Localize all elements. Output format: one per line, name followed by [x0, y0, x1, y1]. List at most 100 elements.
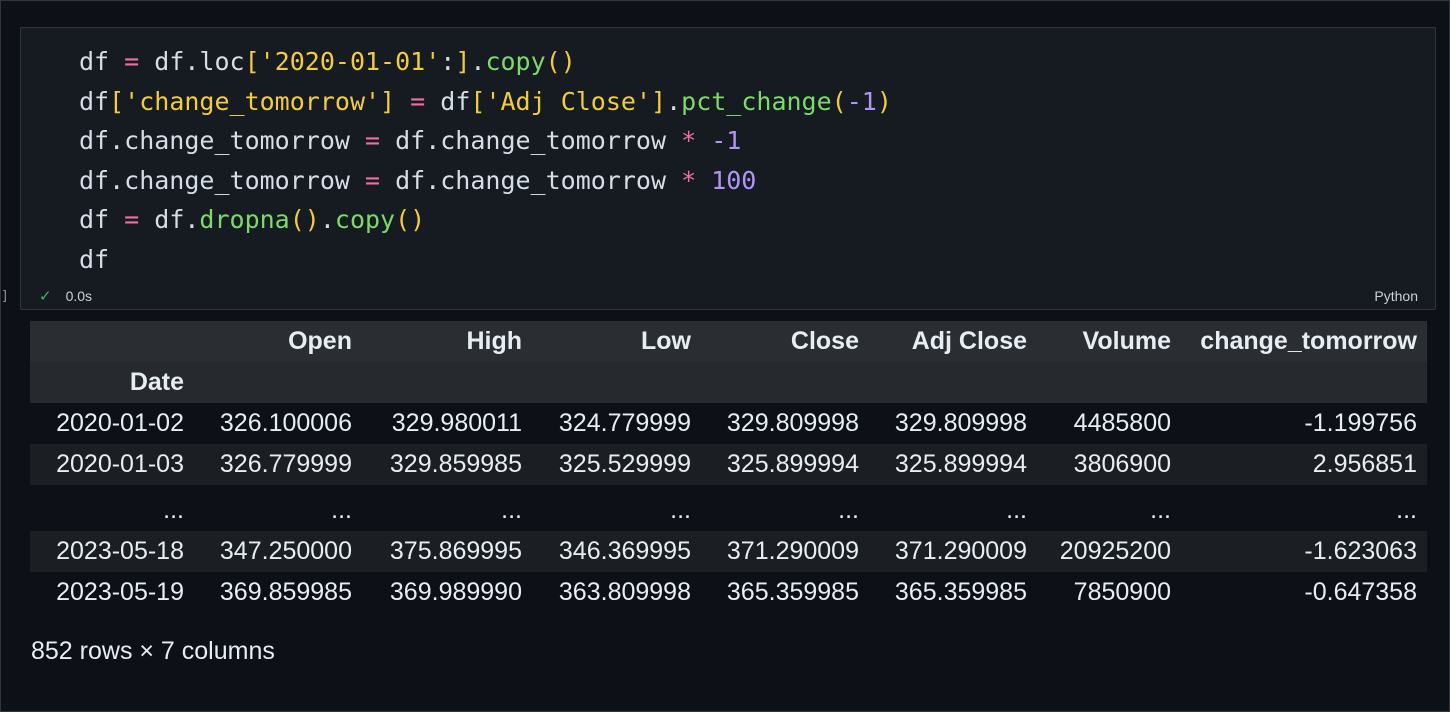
table-cell: ...	[331, 495, 352, 524]
code-token: df.change_tomorrow	[79, 165, 350, 195]
code-token: '2020-01-01'	[259, 47, 441, 76]
code-token: copy	[334, 205, 396, 235]
code-line[interactable]: df = df.dropna().copy()	[79, 200, 892, 240]
table-cell: 7850900	[1073, 578, 1171, 606]
table-cell: -0.647358	[1304, 578, 1417, 606]
code-line[interactable]: df.change_tomorrow = df.change_tomorrow …	[79, 121, 892, 161]
cell-output: Open High Low Close Adj Close Volume cha…	[30, 321, 1427, 613]
code-token: -1	[846, 86, 877, 116]
row-index: 2020-01-02	[56, 409, 184, 437]
check-icon: ✓	[39, 288, 52, 305]
column-header: Low	[641, 327, 691, 355]
table-cell: 329.809998	[726, 409, 859, 437]
code-token: 'change_tomorrow'	[124, 86, 381, 116]
code-token: ]	[651, 86, 667, 116]
code-token: df	[79, 47, 110, 76]
table-row: 2023-05-18 347.250000 375.869995 346.369995…	[30, 531, 1427, 572]
table-cell: 3806900	[1073, 450, 1171, 478]
code-token: df.change_tomorrow	[395, 165, 682, 195]
code-line[interactable]: df = df.loc['2020-01-01':].copy()	[79, 42, 892, 82]
table-cell: -1.199756	[1304, 409, 1417, 437]
code-token: 'Adj Close'	[485, 86, 652, 116]
code-token: df	[79, 244, 110, 274]
code-token: 100	[696, 165, 757, 195]
table-cell: 326.779999	[219, 450, 352, 478]
code-line[interactable]: df['change_tomorrow'] = df['Adj Close'].…	[79, 82, 892, 122]
table-cell: ...	[670, 495, 691, 524]
code-token: -1	[696, 126, 742, 156]
table-row: 2023-05-19 369.859985 369.989990 363.809998…	[30, 572, 1427, 613]
row-index: 2023-05-18	[56, 537, 184, 565]
notebook-frame: ] df = df.loc['2020-01-01':].copy() df['c…	[0, 0, 1450, 712]
code-token: ()	[289, 205, 320, 235]
row-index: 2020-01-03	[56, 450, 184, 478]
code-token: =	[109, 47, 155, 76]
execution-time: 0.0s	[65, 288, 93, 304]
code-line[interactable]: df.change_tomorrow = df.change_tomorrow …	[79, 161, 892, 201]
code-line[interactable]: df	[79, 240, 892, 280]
table-cell: ...	[1006, 495, 1027, 524]
code-token: *	[681, 165, 697, 195]
table-cell: 369.989990	[389, 578, 522, 606]
code-token: ]	[455, 47, 471, 76]
code-token: df.change_tomorrow	[395, 126, 682, 156]
row-index: 2023-05-19	[56, 578, 184, 606]
code-token: dropna	[199, 205, 290, 235]
language-selector[interactable]: Python	[1374, 288, 1418, 304]
table-cell: 329.980011	[391, 409, 522, 437]
column-header: Close	[790, 327, 859, 355]
code-token: df.loc	[154, 47, 245, 76]
code-token: )	[876, 86, 892, 116]
table-cell: ...	[1396, 495, 1417, 524]
code-token: ()	[545, 47, 576, 76]
code-token: df.	[154, 205, 200, 235]
index-name-row: Date	[30, 362, 1427, 403]
table-cell: 4485800	[1073, 409, 1171, 437]
table-cell: 363.809998	[558, 578, 691, 606]
table-cell: 347.250000	[219, 537, 352, 565]
code-token: [	[470, 86, 486, 116]
table-summary: 852 rows × 7 columns	[31, 637, 275, 665]
table-cell: 20925200	[1059, 537, 1171, 565]
table-cell: 365.359985	[726, 578, 859, 606]
code-token: .	[666, 86, 682, 116]
table-cell: 369.859985	[219, 578, 352, 606]
table-cell: 324.779999	[558, 409, 691, 437]
table-cell: 325.529999	[558, 450, 691, 478]
column-header: High	[466, 327, 522, 355]
code-token: =	[349, 126, 396, 156]
code-token: :	[440, 47, 456, 76]
code-token: =	[349, 165, 396, 195]
table-cell: 371.290009	[894, 537, 1027, 565]
table-cell: 346.369995	[558, 537, 691, 565]
code-editor[interactable]: df = df.loc['2020-01-01':].copy() df['cha…	[79, 42, 892, 280]
code-token: df	[79, 86, 110, 116]
code-token: ]	[380, 86, 396, 116]
code-cell[interactable]: df = df.loc['2020-01-01':].copy() df['cha…	[20, 27, 1436, 310]
code-token: df	[440, 86, 471, 116]
table-row: 2020-01-03 326.779999 329.859985 325.529999…	[30, 444, 1427, 485]
table-cell: 329.809998	[894, 409, 1027, 437]
table-cell: 329.859985	[389, 450, 522, 478]
code-token: *	[681, 126, 697, 156]
code-token: copy	[485, 47, 546, 76]
column-header-row: Open High Low Close Adj Close Volume cha…	[30, 321, 1427, 362]
index-name: Date	[129, 368, 184, 396]
code-token: df.change_tomorrow	[79, 126, 350, 156]
table-cell: 375.869995	[389, 537, 522, 565]
column-header: Volume	[1082, 327, 1171, 355]
column-header: change_tomorrow	[1200, 327, 1417, 355]
code-token: =	[395, 86, 441, 116]
dataframe-table: Open High Low Close Adj Close Volume cha…	[30, 321, 1427, 613]
code-token: =	[109, 205, 155, 235]
column-header: Adj Close	[911, 327, 1027, 355]
corner-cell	[30, 321, 194, 362]
table-row: ........................	[30, 485, 1427, 531]
table-cell: 365.359985	[894, 578, 1027, 606]
column-header: Open	[288, 327, 352, 355]
table-cell: ...	[1150, 495, 1171, 524]
cell-status: ✓ 0.0s	[39, 287, 92, 305]
table-cell: ...	[501, 495, 522, 524]
table-cell: -1.623063	[1304, 537, 1417, 565]
table-cell: 325.899994	[894, 450, 1027, 478]
